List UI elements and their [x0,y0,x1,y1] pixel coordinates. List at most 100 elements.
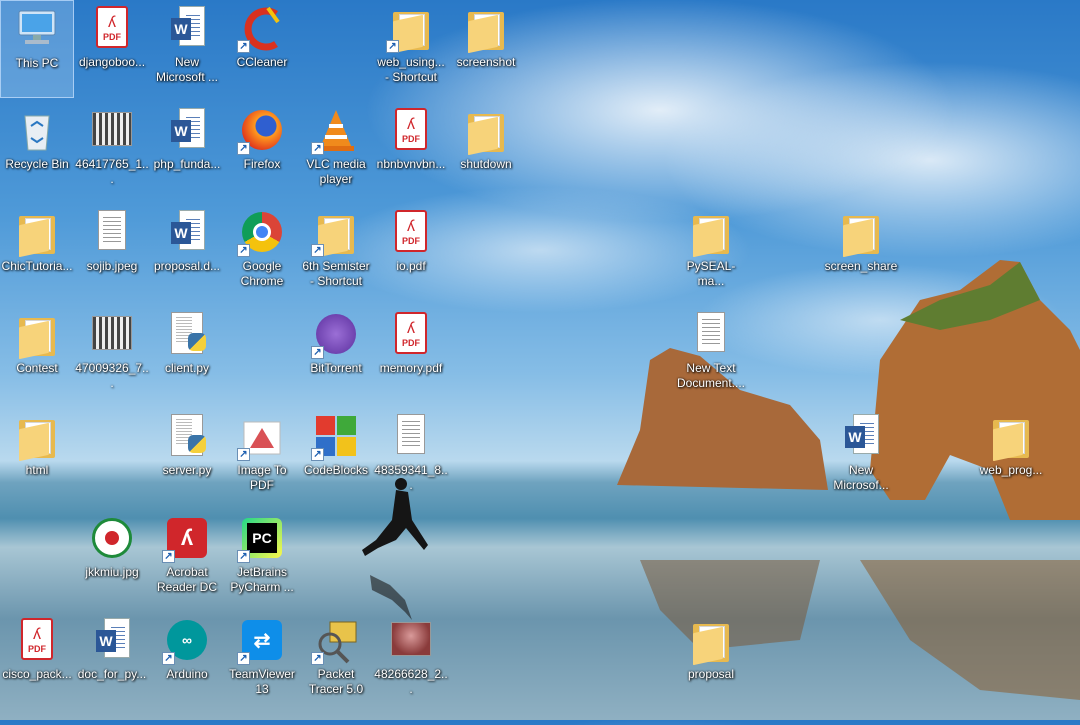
desktop-icon-label: 6th Semister - Shortcut [302,259,370,288]
desktop-icon-screen-share[interactable]: screen_share [824,204,898,302]
desktop-icon-djangoboo[interactable]: ʎ PDF djangoboo... [75,0,149,98]
shortcut-arrow-icon: ↗ [237,550,250,563]
desktop-icon-acrobat-reader-dc[interactable]: ʎ ↗ Acrobat Reader DC [150,510,224,608]
desktop-icon-image: ↗ [386,4,435,54]
desktop-icon-image [387,616,435,664]
desktop-icon-web-prog[interactable]: web_prog... [974,408,1048,506]
shortcut-arrow-icon: ↗ [311,346,324,359]
desktop-icon-codeblocks[interactable]: ↗ CodeBlocks [299,408,373,506]
desktop-icon-label: 46417765_1... [75,157,149,186]
desktop-icon-web-using-shortcut[interactable]: ↗ web_using... - Shortcut [374,0,448,98]
desktop-icon-cisco-pack[interactable]: ʎ PDF cisco_pack... [0,612,74,710]
shortcut-arrow-icon: ↗ [311,142,324,155]
desktop-icon-new-text-document[interactable]: New Text Document.... [674,306,748,404]
desktop-icon-pyseal-ma[interactable]: PySEAL-ma... [674,204,748,302]
word-document-icon: W [171,108,205,150]
desktop-icon-image [13,412,61,462]
desktop-icon-contest[interactable]: Contest [0,306,74,404]
pdf-icon: ʎ PDF [395,108,427,150]
desktop-icon-label: server.py [162,463,212,477]
desktop-icon-46417765-1[interactable]: 46417765_1... [75,102,149,200]
desktop-icon-screenshot[interactable]: screenshot [449,0,523,98]
desktop-icon-label: Packet Tracer 5.0 [308,667,364,696]
desktop-icon-label: Contest [16,361,58,375]
desktop-icon-image: ↗ [237,4,286,53]
word-document-icon: W [171,210,205,252]
desktop-icon-image [687,208,735,258]
desktop-icon-image: ↗ [311,208,360,258]
desktop-icon-packet-tracer-5-0[interactable]: ↗ Packet Tracer 5.0 [299,612,373,710]
desktop-icon-proposal-d[interactable]: Wproposal.d... [150,204,224,302]
desktop-icon-recycle-bin[interactable]: Recycle Bin [0,102,74,200]
desktop-icon-client-py[interactable]: client.py [150,306,224,404]
desktop-icon-image [987,412,1035,462]
image-file-icon [92,316,132,350]
desktop-icon-image: PC ↗ [237,514,286,563]
folder-icon [468,12,504,54]
desktop-icon-doc-for-py[interactable]: Wdoc_for_py... [75,612,149,710]
desktop-icon-memory-pdf[interactable]: ʎ PDF memory.pdf [374,306,448,404]
desktop-icon-label: New Text Document.... [676,361,746,390]
desktop-icon-label: New Microsof... [833,463,889,492]
folder-icon [693,216,729,258]
desktop-icon-nbnbvnvbn[interactable]: ʎ PDF nbnbvnvbn... [374,102,448,200]
text-document-icon [697,312,725,352]
desktop-icon-label: web_using... - Shortcut [377,55,445,84]
desktop-icon-label: Arduino [166,667,208,681]
desktop-icon-47009326-7[interactable]: 47009326_7... [75,306,149,404]
desktop-icon-image [687,616,735,666]
word-document-icon: W [96,618,130,660]
desktop-icon-label: VLC media player [306,157,366,186]
pdf-icon: ʎ PDF [21,618,53,660]
folder-icon [19,420,55,462]
desktop-icon-vlc-media-player[interactable]: ↗ VLC media player [299,102,373,200]
desktop-icon-image: W [88,616,136,664]
desktop-icon-image: ↗ [237,106,286,155]
desktop-icon-shutdown[interactable]: shutdown [449,102,523,200]
desktop-icon-48359341-8[interactable]: 48359341_8... [374,408,448,506]
desktop-icon-image [88,310,136,358]
desktop-icon-image: W [163,208,211,256]
desktop-icon-image: ↗ [237,412,286,461]
shortcut-arrow-icon: ↗ [386,40,399,53]
desktop-icon-php-funda[interactable]: Wphp_funda... [150,102,224,200]
desktop-icon-image [687,310,735,358]
desktop-icon-label: 47009326_7... [75,361,149,390]
shortcut-arrow-icon: ↗ [237,40,250,53]
desktop-icon-firefox[interactable]: ↗ Firefox [225,102,299,200]
desktop-icon-label: Acrobat Reader DC [156,565,218,594]
desktop-icon-6th-semister-shortcut[interactable]: ↗ 6th Semister - Shortcut [299,204,373,302]
desktop-icon-ccleaner[interactable]: ↗ CCleaner [225,0,299,98]
desktop-icon-io-pdf[interactable]: ʎ PDF io.pdf [374,204,448,302]
desktop-icon-label: 48266628_2... [374,667,448,696]
desktop-icon-image: ʎ PDF [13,616,61,664]
desktop-icon-chictutoria[interactable]: ChicTutoria... [0,204,74,302]
desktop-icon-label: cisco_pack... [2,667,72,681]
desktop-icon-new-microsof[interactable]: W New Microsof... [824,408,898,506]
desktop-icon-label: CCleaner [236,55,288,69]
desktop-icon-teamviewer-13[interactable]: ⇄ ↗ TeamViewer 13 [225,612,299,710]
desktop-icon-arduino[interactable]: ∞ ↗ Arduino [150,612,224,710]
desktop-icon-html[interactable]: html [0,408,74,506]
desktop-icon-this-pc[interactable]: This PC [0,0,74,98]
desktop-icon-sojib-jpeg[interactable]: sojib.jpeg [75,204,149,302]
desktop-icon-image: ↗ [311,310,360,359]
shortcut-arrow-icon: ↗ [237,448,250,461]
desktop-icon-image [88,106,136,154]
desktop-icon-google-chrome[interactable]: ↗ Google Chrome [225,204,299,302]
desktop-icon-bittorrent[interactable]: ↗ BitTorrent [299,306,373,404]
folder-icon [693,624,729,666]
desktop-icon-jkkmiu-jpg[interactable]: jkkmiu.jpg [75,510,149,608]
desktop-icon-new-microsoft[interactable]: W New Microsoft ... [150,0,224,98]
desktop-icon-jetbrains-pycharm[interactable]: PC ↗ JetBrains PyCharm ... [225,510,299,608]
desktop-icon-48266628-2[interactable]: 48266628_2... [374,612,448,710]
desktop-icon-label: BitTorrent [310,361,362,375]
desktop-icon-proposal[interactable]: proposal [674,612,748,710]
shortcut-arrow-icon: ↗ [237,142,250,155]
desktop-icon-image [837,208,885,258]
python-file-icon [171,414,206,456]
desktop-icon-image-to-pdf[interactable]: ↗ Image To PDF [225,408,299,506]
desktop-icon-label: nbnbvnvbn... [376,157,446,171]
desktop-icon-server-py[interactable]: server.py [150,408,224,506]
desktop-icon-label: This PC [15,56,59,70]
